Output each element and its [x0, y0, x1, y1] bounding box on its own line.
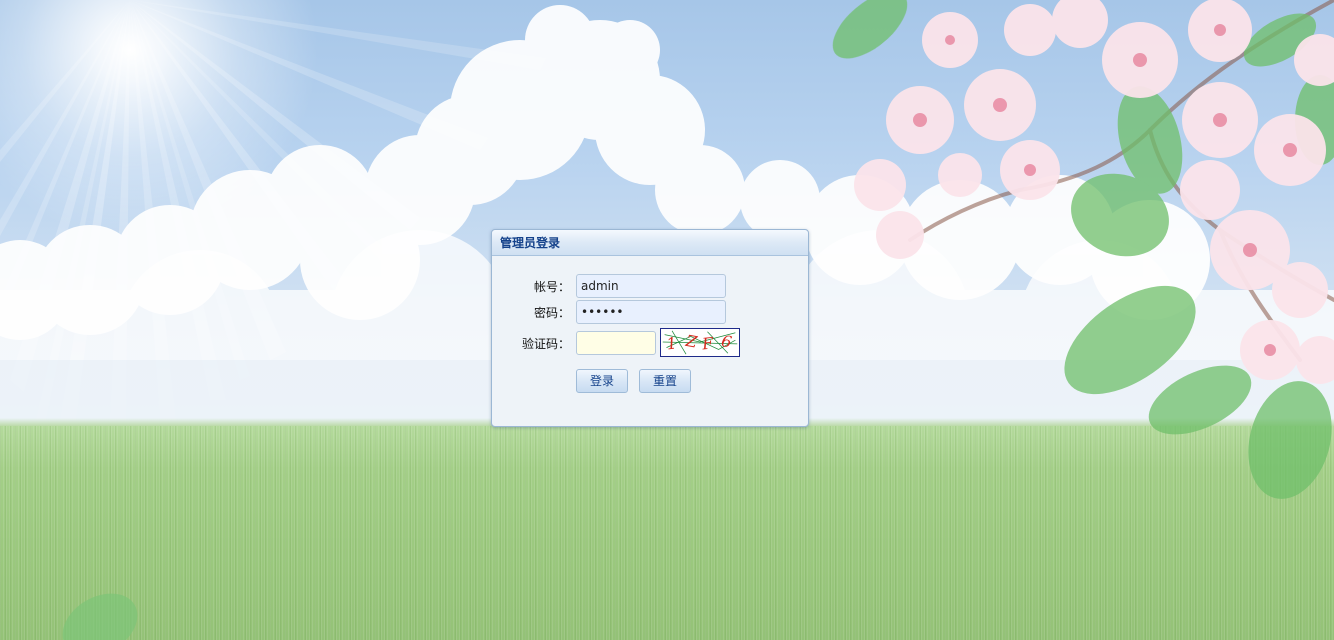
captcha-glyph: 6: [720, 331, 734, 352]
leaf-bottom-left: [62, 593, 138, 640]
password-row: 密码：: [492, 300, 810, 324]
captcha-row: 验证码： 1ZF6: [492, 328, 810, 357]
account-input[interactable]: [576, 274, 726, 298]
password-label: 密码：: [533, 306, 570, 320]
captcha-label: 验证码：: [521, 337, 570, 351]
account-row: 帐号：: [492, 274, 810, 298]
login-button[interactable]: 登录: [576, 369, 628, 393]
account-label: 帐号：: [533, 280, 570, 294]
password-input[interactable]: [576, 300, 726, 324]
captcha-glyph: 1: [665, 333, 678, 353]
captcha-input[interactable]: [576, 331, 656, 355]
captcha-image[interactable]: 1ZF6: [660, 328, 740, 357]
reset-button[interactable]: 重置: [639, 369, 691, 393]
captcha-glyph: F: [700, 333, 715, 353]
admin-login-panel: 管理员登录 帐号： 密码： 验证码： 1ZF6 登录 重置: [491, 229, 809, 427]
cherry-blossom-branch: [832, 0, 1334, 499]
panel-title: 管理员登录: [492, 230, 808, 256]
